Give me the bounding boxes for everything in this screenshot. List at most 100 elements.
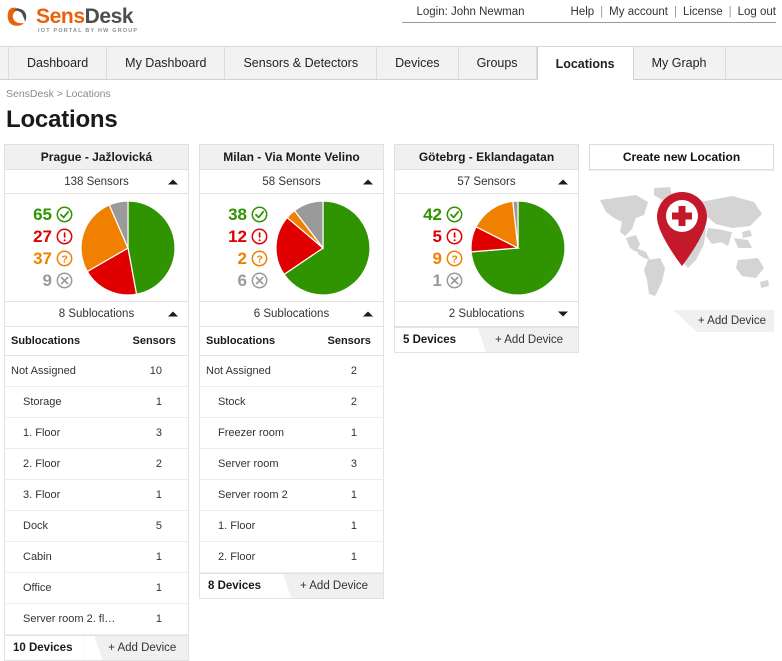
check-circle-icon	[56, 206, 73, 223]
sensors-count-label: 57 Sensors	[457, 175, 516, 188]
location-card-title[interactable]: Götebrg - Eklandagatan	[394, 144, 579, 170]
tab-devices[interactable]: Devices	[377, 47, 459, 79]
sensors-toggle[interactable]: 58 Sensors	[199, 170, 384, 194]
table-row[interactable]: 1. Floor 1	[199, 510, 384, 542]
logout-link[interactable]: Log out	[738, 6, 776, 18]
sensors-toggle[interactable]: 57 Sensors	[394, 170, 579, 194]
table-row[interactable]: Server room 3	[199, 448, 384, 480]
chevron-up-icon[interactable]	[168, 311, 178, 317]
create-new-location-button[interactable]: Create new Location	[589, 144, 774, 170]
sublocations-toggle[interactable]: 8 Sublocations	[4, 302, 189, 327]
column-header-sublocations: Sublocations	[199, 327, 322, 356]
table-row[interactable]: Freezer room 1	[199, 417, 384, 449]
status-legend: 65 27 37? 9	[11, 204, 73, 292]
x-circle-icon	[56, 272, 73, 289]
chevron-up-icon[interactable]	[558, 179, 568, 184]
devices-bar: 5 Devices + Add Device	[394, 327, 579, 353]
slant-decoration	[468, 328, 487, 352]
status-count: 6	[237, 271, 247, 290]
add-device-button[interactable]: + Add Device	[291, 574, 383, 598]
sublocation-name: Server room 2. floor	[4, 603, 127, 635]
world-map-graphic[interactable]	[589, 178, 774, 310]
table-row[interactable]: Dock 5	[4, 510, 189, 542]
pie-chart	[73, 200, 182, 295]
tab-locations[interactable]: Locations	[536, 47, 634, 80]
table-row[interactable]: 2. Floor 1	[199, 541, 384, 573]
table-header-row: Sublocations Sensors	[4, 327, 189, 356]
sublocations-count-label: 2 Sublocations	[448, 308, 525, 320]
help-link[interactable]: Help	[571, 6, 595, 18]
sublocation-sensor-count: 1	[126, 572, 189, 604]
status-legend-row: 42	[401, 204, 463, 226]
table-row[interactable]: 1. Floor 3	[4, 417, 189, 449]
sublocations-toggle[interactable]: 6 Sublocations	[199, 302, 384, 327]
check-circle-icon	[446, 206, 463, 223]
table-row[interactable]: 3. Floor 1	[4, 479, 189, 511]
sensor-status-chart: 42 5 9? 1	[394, 194, 579, 302]
table-row[interactable]: Server room 2. floor 1	[4, 603, 189, 635]
map-pin-icon	[654, 190, 710, 273]
devices-bar: 8 Devices + Add Device	[199, 573, 384, 599]
sublocation-sensor-count: 1	[126, 603, 189, 635]
devices-count-tab[interactable]: 8 Devices	[200, 574, 274, 598]
sublocation-name: Office	[4, 572, 127, 604]
table-row[interactable]: Not Assigned 2	[199, 355, 384, 387]
column-header-sensors: Sensors	[321, 327, 384, 356]
table-row[interactable]: Not Assigned 10	[4, 355, 189, 387]
location-card-title[interactable]: Prague - Jažlovická	[4, 144, 189, 170]
license-link[interactable]: License	[683, 6, 723, 18]
check-circle-icon	[251, 206, 268, 223]
table-row[interactable]: Office 1	[4, 572, 189, 604]
status-count: 9	[42, 271, 52, 290]
sublocation-sensor-count: 3	[321, 448, 384, 480]
x-circle-icon	[446, 272, 463, 289]
divider: |	[600, 6, 604, 18]
exclamation-circle-icon	[446, 228, 463, 245]
location-card-title[interactable]: Milan - Via Monte Velino	[199, 144, 384, 170]
status-count: 37	[33, 249, 52, 268]
my-account-link[interactable]: My account	[609, 6, 668, 18]
sublocation-name: Dock	[4, 510, 127, 542]
add-device-button[interactable]: + Add Device	[102, 636, 188, 660]
brand-tagline: IOT PORTAL BY HW GROUP	[38, 28, 139, 34]
table-row[interactable]: 2. Floor 2	[4, 448, 189, 480]
sublocation-name: 1. Floor	[4, 417, 127, 449]
sublocations-count-label: 8 Sublocations	[58, 308, 135, 320]
devices-bar: 10 Devices + Add Device	[4, 635, 189, 661]
sublocation-sensor-count: 1	[126, 386, 189, 418]
tab-sensors-detectors[interactable]: Sensors & Detectors	[225, 47, 378, 79]
map-add-device-button[interactable]: + Add Device	[698, 315, 766, 327]
table-row[interactable]: Cabin 1	[4, 541, 189, 573]
chevron-down-icon[interactable]	[558, 311, 568, 317]
divider: |	[673, 6, 677, 18]
sublocations-table: Sublocations Sensors Not Assigned 2 Stock 2 Fr…	[199, 327, 384, 573]
table-row[interactable]: Stock 2	[199, 386, 384, 418]
sublocation-sensor-count: 1	[321, 479, 384, 511]
breadcrumb[interactable]: SensDesk > Locations	[0, 80, 782, 100]
locations-grid: Prague - Jažlovická 138 Sensors 65 27 37? 9 8 …	[4, 144, 782, 661]
sublocations-toggle[interactable]: 2 Sublocations	[394, 302, 579, 327]
status-count: 2	[237, 249, 247, 268]
tab-dashboard[interactable]: Dashboard	[8, 47, 108, 79]
page-title: Locations	[6, 106, 118, 133]
devices-count-tab[interactable]: 5 Devices	[395, 328, 469, 352]
chevron-up-icon[interactable]	[363, 311, 373, 317]
sublocation-name: Freezer room	[199, 417, 322, 449]
table-row[interactable]: Server room 21	[199, 479, 384, 511]
brand-logo[interactable]: SensDesk IOT PORTAL BY HW GROUP	[6, 4, 138, 34]
tab-groups[interactable]: Groups	[459, 47, 537, 79]
chevron-up-icon[interactable]	[168, 179, 178, 184]
x-circle-icon	[251, 272, 268, 289]
table-row[interactable]: Storage 1	[4, 386, 189, 418]
sensors-toggle[interactable]: 138 Sensors	[4, 170, 189, 194]
status-count: 9	[432, 249, 442, 268]
sublocation-name: Server room 2	[199, 479, 322, 511]
sublocation-name: Storage	[4, 386, 127, 418]
devices-count-tab[interactable]: 10 Devices	[5, 636, 85, 660]
tab-my-dashboard[interactable]: My Dashboard	[107, 47, 226, 79]
chevron-up-icon[interactable]	[363, 179, 373, 184]
sublocation-name: Stock	[199, 386, 322, 418]
tab-my-graph[interactable]: My Graph	[634, 47, 726, 79]
status-count: 5	[432, 227, 442, 246]
add-device-button[interactable]: + Add Device	[486, 328, 578, 352]
